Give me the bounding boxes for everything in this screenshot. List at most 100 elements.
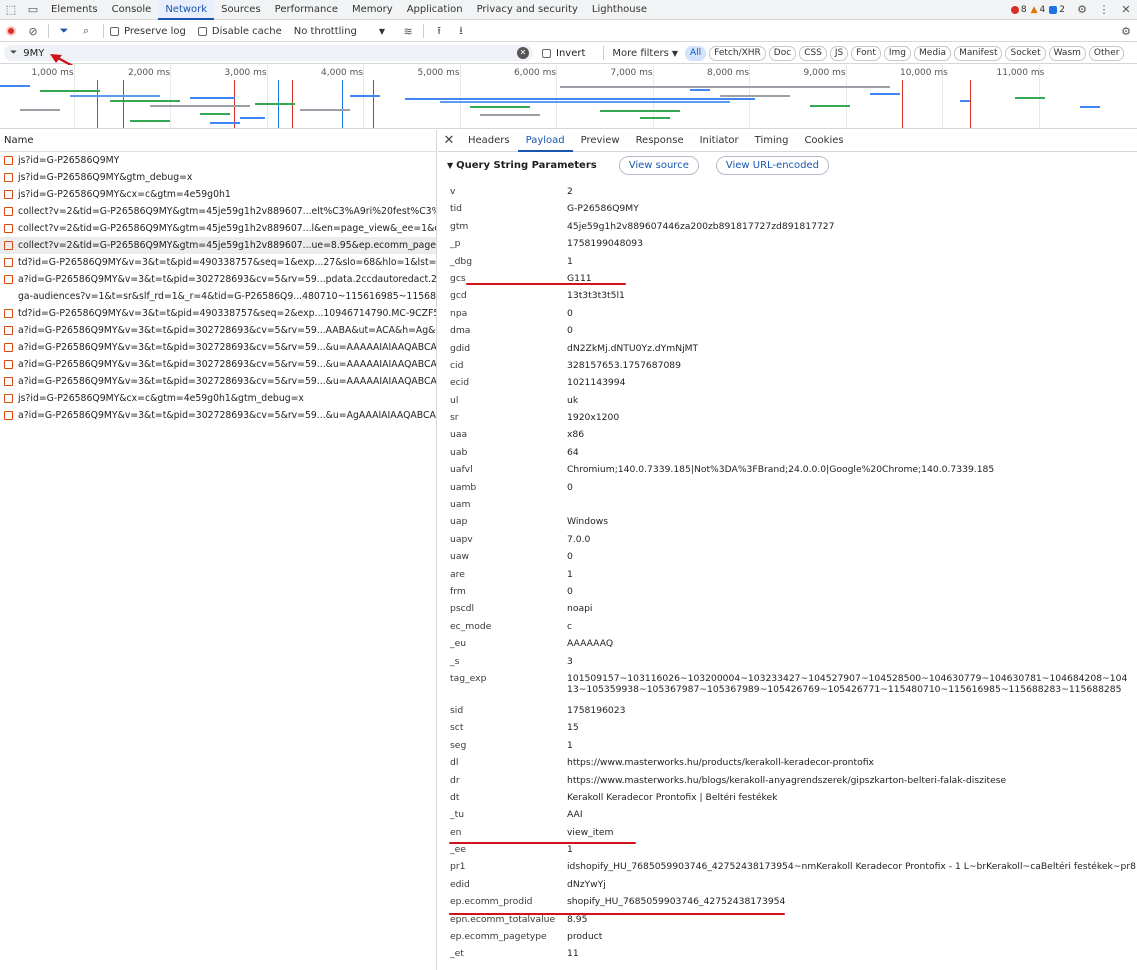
- param-key: _et: [450, 948, 464, 960]
- param-key: _eu: [450, 638, 467, 650]
- filter-chip-all[interactable]: All: [685, 45, 707, 61]
- search-icon[interactable]: ⌕: [75, 21, 97, 41]
- tab-console[interactable]: Console: [105, 0, 159, 20]
- filter-chip-wasm[interactable]: Wasm: [1048, 45, 1086, 61]
- request-row[interactable]: collect?v=2&tid=G-P26586Q9MY&gtm=45je59g…: [0, 203, 436, 220]
- param-value: product: [567, 931, 603, 943]
- filter-chip-manifest[interactable]: Manifest: [954, 45, 1003, 61]
- filter-funnel-icon[interactable]: ⏷: [53, 21, 75, 41]
- filter-chip-fetch-xhr[interactable]: Fetch/XHR: [709, 45, 766, 61]
- detail-tab-preview[interactable]: Preview: [573, 130, 628, 152]
- request-row[interactable]: js?id=G-P26586Q9MY&cx=c&gtm=4e59g0h1&gtm…: [0, 390, 436, 407]
- request-row[interactable]: a?id=G-P26586Q9MY&v=3&t=t&pid=302728693&…: [0, 271, 436, 288]
- request-row[interactable]: a?id=G-P26586Q9MY&v=3&t=t&pid=302728693&…: [0, 356, 436, 373]
- param-value: 1021143994: [567, 377, 626, 389]
- warning-badge[interactable]: ▲ 4: [1031, 5, 1046, 15]
- filter-chip-js[interactable]: JS: [829, 45, 849, 61]
- disable-cache-checkbox[interactable]: Disable cache: [197, 26, 282, 37]
- param-key: ep.ecomm_pagetype: [450, 931, 547, 943]
- request-row[interactable]: a?id=G-P26586Q9MY&v=3&t=t&pid=302728693&…: [0, 322, 436, 339]
- request-row[interactable]: js?id=G-P26586Q9MY: [0, 152, 436, 169]
- tab-lighthouse[interactable]: Lighthouse: [585, 0, 654, 20]
- network-settings-gear-icon[interactable]: ⚙: [1115, 21, 1137, 41]
- filter-chip-doc[interactable]: Doc: [768, 45, 797, 61]
- tab-performance[interactable]: Performance: [268, 0, 345, 20]
- request-row[interactable]: collect?v=2&tid=G-P26586Q9MY&gtm=45je59g…: [0, 220, 436, 237]
- request-row[interactable]: js?id=G-P26586Q9MY&gtm_debug=x: [0, 169, 436, 186]
- overview-request-bar: [1080, 106, 1100, 108]
- network-overview-timeline[interactable]: 1,000 ms 2,000 ms 3,000 ms 4,000 ms 5,000 ms…: [0, 65, 1137, 129]
- invert-checkbox[interactable]: Invert: [542, 48, 585, 59]
- request-row[interactable]: td?id=G-P26586Q9MY&v=3&t=t&pid=490338757…: [0, 254, 436, 271]
- more-filters-dropdown[interactable]: More filters ▼: [612, 48, 678, 59]
- name-column-header[interactable]: Name: [0, 130, 436, 152]
- request-row[interactable]: a?id=G-P26586Q9MY&v=3&t=t&pid=302728693&…: [0, 407, 436, 424]
- detail-tab-initiator[interactable]: Initiator: [692, 130, 747, 152]
- throttling-select[interactable]: No throttling ▼: [294, 26, 385, 37]
- tab-elements[interactable]: Elements: [44, 0, 105, 20]
- param-key: edid: [450, 878, 470, 890]
- inspect-element-icon[interactable]: ⬚: [0, 0, 22, 20]
- detail-tab-timing[interactable]: Timing: [747, 130, 797, 152]
- annotation-underline-en: [449, 842, 636, 844]
- overview-marker-line: [97, 80, 98, 128]
- request-row[interactable]: a?id=G-P26586Q9MY&v=3&t=t&pid=302728693&…: [0, 339, 436, 356]
- detail-tab-payload[interactable]: Payload: [517, 130, 573, 152]
- overview-tick-label: 9,000 ms: [803, 68, 846, 78]
- overview-tick-label: 6,000 ms: [514, 68, 557, 78]
- tab-application[interactable]: Application: [400, 0, 470, 20]
- query-params-list: v 2 tid G-P26586Q9MY gtm 45je59g1h2v889607446…: [438, 178, 1137, 963]
- network-conditions-icon[interactable]: ≋: [397, 21, 419, 41]
- view-url-encoded-button[interactable]: View URL-encoded: [715, 155, 829, 175]
- preserve-log-checkbox[interactable]: Preserve log: [110, 26, 186, 37]
- tab-sources[interactable]: Sources: [214, 0, 268, 20]
- filter-chip-css[interactable]: CSS: [799, 45, 827, 61]
- detail-tab-response[interactable]: Response: [628, 130, 692, 152]
- param-value: 3: [567, 655, 573, 667]
- param-row: dma 0: [438, 322, 1137, 339]
- section-title[interactable]: Query String Parameters: [456, 160, 597, 171]
- view-source-button[interactable]: View source: [618, 155, 699, 175]
- request-row[interactable]: a?id=G-P26586Q9MY&v=3&t=t&pid=302728693&…: [0, 373, 436, 390]
- request-row[interactable]: td?id=G-P26586Q9MY&v=3&t=t&pid=490338757…: [0, 305, 436, 322]
- overview-tick-label: 8,000 ms: [707, 68, 750, 78]
- param-row: _tu AAI: [438, 806, 1137, 823]
- detail-tab-headers[interactable]: Headers: [460, 130, 518, 152]
- overview-request-bar: [20, 109, 60, 111]
- overview-tick-label: 10,000 ms: [900, 68, 948, 78]
- settings-gear-icon[interactable]: ⚙: [1071, 0, 1093, 20]
- chevron-down-icon: ▼: [671, 48, 678, 58]
- error-badge[interactable]: 8: [1010, 5, 1027, 15]
- param-value: 1: [567, 844, 573, 856]
- detail-tab-cookies[interactable]: Cookies: [796, 130, 851, 152]
- clear-icon[interactable]: ⊘: [22, 21, 44, 41]
- device-toolbar-icon[interactable]: ▭: [22, 0, 44, 20]
- request-row[interactable]: js?id=G-P26586Q9MY&cx=c&gtm=4e59g0h1: [0, 186, 436, 203]
- filter-chip-font[interactable]: Font: [851, 45, 881, 61]
- import-har-icon[interactable]: ⭱: [428, 21, 450, 41]
- param-key: _p: [450, 238, 461, 250]
- more-options-icon[interactable]: ⋮: [1093, 0, 1115, 20]
- param-value: dN2ZkMj.dNTU0Yz.dYmNjMT: [567, 342, 699, 354]
- request-row[interactable]: collect?v=2&tid=G-P26586Q9MY&gtm=45je59g…: [0, 237, 436, 254]
- tab-privacy-and-security[interactable]: Privacy and security: [470, 0, 585, 20]
- param-key: cid: [450, 359, 464, 371]
- request-list: Name js?id=G-P26586Q9MY js?id=G-P26586Q9M…: [0, 130, 437, 970]
- clear-filter-icon[interactable]: ✕: [517, 47, 529, 59]
- filter-chip-other[interactable]: Other: [1088, 45, 1125, 61]
- record-stop-icon[interactable]: [0, 21, 22, 41]
- export-har-icon[interactable]: ⭳: [450, 21, 472, 41]
- tab-memory[interactable]: Memory: [345, 0, 400, 20]
- filter-chip-socket[interactable]: Socket: [1005, 45, 1046, 61]
- overview-request-bar: [150, 105, 250, 107]
- overview-request-bar: [600, 110, 680, 112]
- close-devtools-icon[interactable]: ✕: [1115, 0, 1137, 20]
- filter-chip-media[interactable]: Media: [914, 45, 952, 61]
- param-key: _dbg: [450, 255, 473, 267]
- issues-badge[interactable]: 2: [1049, 5, 1065, 15]
- close-detail-icon[interactable]: ✕: [438, 133, 460, 148]
- request-row[interactable]: ga-audiences?v=1&t=sr&slf_rd=1&_r=4&tid=…: [0, 288, 436, 305]
- tab-network[interactable]: Network: [158, 0, 215, 20]
- collapse-triangle-icon[interactable]: ▼: [447, 161, 453, 170]
- filter-chip-img[interactable]: Img: [883, 45, 912, 61]
